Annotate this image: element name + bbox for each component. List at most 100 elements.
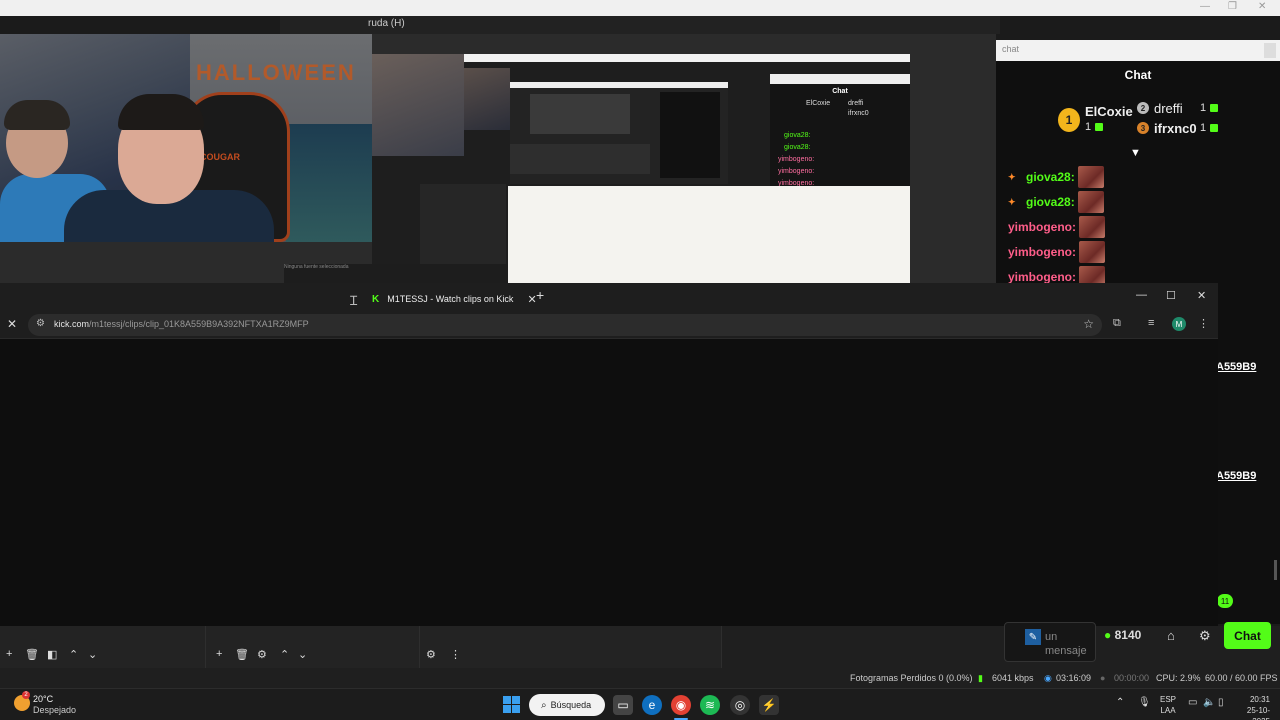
extensions-icon[interactable]: ⧉ [1113, 317, 1121, 330]
stop-loading-icon[interactable]: ✕ [7, 317, 17, 331]
cpu-usage: CPU: 2.9% [1156, 673, 1201, 683]
source-up-icon[interactable]: ⌃ [280, 648, 289, 661]
add-source-icon[interactable]: + [216, 648, 222, 660]
chat-message: yimbogeno: [1008, 241, 1105, 263]
obs-statusbar: Fotogramas Perdidos 0 (0.0%) ▮ 6041 kbps… [0, 668, 1280, 688]
chat-username[interactable]: giova28: [1026, 170, 1075, 184]
maximize-icon[interactable]: ❐ [1228, 1, 1237, 12]
stream-time: 03:16:09 [1056, 673, 1092, 683]
chair-brand-logo: COUGAR [200, 152, 240, 162]
new-tab-button[interactable]: + [536, 287, 544, 303]
move-down-icon[interactable]: ⌄ [88, 648, 97, 661]
app-icon[interactable]: ⚡ [759, 695, 779, 715]
collapse-leaderboard-icon[interactable]: ▼ [1130, 147, 1141, 159]
obs-icon[interactable]: ◎ [730, 695, 750, 715]
minimize-icon[interactable]: — [1200, 1, 1210, 12]
leaderboard-count-1: 1 [1085, 121, 1104, 133]
chat-send-button[interactable]: Chat [1224, 622, 1271, 649]
edge-icon[interactable]: e [642, 695, 662, 715]
chat-message: yimbogeno: [1008, 216, 1105, 238]
chat-message: ✦ giova28: [1008, 191, 1104, 213]
user-badge-icon: ✦ [1008, 171, 1016, 182]
url-field[interactable]: ⚙ kick.com/m1tessj/clips/clip_01K8A559B9… [28, 314, 1102, 336]
leaderboard-name-3: ifrxnc0 [1154, 121, 1197, 136]
chat-tool-icon[interactable]: ✎ [1025, 629, 1041, 645]
emote-icon [1079, 266, 1105, 284]
chrome-icon[interactable]: ◉ [671, 695, 691, 715]
obs-titlebar: — ❐ ✕ [0, 0, 1280, 16]
tray-chevron-icon[interactable]: ⌃ [1116, 697, 1124, 708]
move-up-icon[interactable]: ⌃ [69, 648, 78, 661]
kick-favicon-icon: K [372, 293, 380, 305]
chat-search-close-button[interactable] [1264, 43, 1276, 58]
sources-dock: + 🗑 ⚙ ⌃ ⌄ [206, 626, 420, 668]
mixer-settings-icon[interactable]: ⚙ [426, 648, 436, 661]
close-icon[interactable]: ✕ [1258, 1, 1266, 12]
source-down-icon[interactable]: ⌄ [298, 648, 307, 661]
clip-link[interactable]: A559B9 [1216, 361, 1256, 373]
spotify-icon[interactable]: ≋ [700, 695, 720, 715]
microphone-icon[interactable]: 🎙 [1138, 697, 1151, 708]
task-view-icon[interactable]: ▭ [613, 695, 633, 715]
windows-start-icon[interactable] [503, 696, 520, 713]
chat-panel-lower [1218, 284, 1280, 624]
battery-icon[interactable]: ▯ [1218, 697, 1224, 708]
browser-close-button[interactable]: ✕ [1197, 289, 1206, 302]
new-messages-badge[interactable]: 11 [1217, 594, 1233, 608]
chat-username[interactable]: yimbogeno: [1008, 245, 1076, 259]
chat-settings-icon[interactable]: ⚙ [1199, 628, 1211, 644]
chat-scrollbar[interactable] [1274, 560, 1277, 580]
profile-avatar[interactable]: M [1172, 317, 1186, 331]
emote-icon [1079, 216, 1105, 238]
language-indicator[interactable]: ESP LAA [1160, 694, 1176, 716]
browser-maximize-button[interactable]: ☐ [1166, 289, 1176, 302]
weather-desc[interactable]: Despejado [33, 705, 76, 715]
leaderboard-count-3: 1 [1200, 122, 1219, 134]
gift-icon [1210, 124, 1219, 133]
clip-link[interactable]: A559B9 [1216, 470, 1256, 482]
network-icon[interactable]: ▭ [1188, 697, 1197, 708]
chat-input-placeholder: un mensaje [1045, 631, 1087, 657]
notification-badge-icon: 2 [22, 691, 30, 699]
webcam-feed: HALLOWEEN COUGAR [0, 34, 372, 242]
chat-username[interactable]: yimbogeno: [1008, 270, 1076, 284]
tab-title: M1TESSJ - Watch clips on Kick [387, 294, 514, 304]
emote-icon [1077, 191, 1104, 213]
halloween-sign: HALLOWEEN [196, 60, 356, 85]
nested-preview: Chat ElCoxie dreffi ifrxnc0 giova28: gio… [372, 54, 910, 284]
leaderboard-name-2: dreffi [1154, 101, 1183, 116]
filter-scene-icon[interactable]: ◧ [47, 648, 57, 661]
taskbar-search[interactable]: ⌕ Búsqueda [529, 694, 605, 716]
gold-medal-icon: 1 [1058, 108, 1080, 132]
chat-search-bar[interactable]: chat [996, 40, 1280, 61]
browser-tab[interactable]: K M1TESSJ - Watch clips on Kick ✕ [372, 287, 537, 311]
mixer-menu-icon[interactable]: ⋮ [450, 648, 461, 661]
chat-input[interactable]: ✎ un mensaje [1004, 622, 1096, 662]
gift-icon [1210, 104, 1219, 113]
search-icon: ⌕ [541, 699, 547, 711]
browser-minimize-button[interactable]: — [1136, 289, 1147, 301]
clock[interactable]: 20:3125-10-2025 [1238, 694, 1270, 720]
chat-username[interactable]: giova28: [1026, 195, 1075, 209]
volume-icon[interactable]: 🔈 [1203, 697, 1215, 708]
weather-temp[interactable]: 20°C [33, 694, 53, 704]
emote-icon [1079, 241, 1105, 263]
bronze-medal-icon: 3 [1137, 122, 1149, 134]
chat-search-input[interactable]: chat [1002, 44, 1019, 54]
site-info-icon[interactable]: ⚙ [36, 318, 45, 329]
windows-taskbar: 2 20°C Despejado ⌕ Búsqueda ▭ e ◉ ≋ ◎ ⚡ ⌃… [0, 688, 1280, 720]
media-controls-icon[interactable]: ≡ [1148, 317, 1154, 329]
add-scene-icon[interactable]: + [6, 648, 12, 660]
nested-preview-status: Ninguna fuente seleccionada [284, 264, 508, 284]
chat-username[interactable]: yimbogeno: [1008, 220, 1076, 234]
browser-menu-icon[interactable]: ⋮ [1198, 317, 1209, 330]
source-settings-icon[interactable]: ⚙ [257, 648, 267, 661]
remove-scene-icon[interactable]: 🗑 [25, 648, 39, 661]
obs-preview[interactable]: HALLOWEEN COUGAR Chat ElCoxie dreffi ifr… [0, 34, 996, 284]
url-text: kick.com/m1tessj/clips/clip_01K8A559B9A3… [54, 319, 309, 329]
bookmark-star-icon[interactable]: ☆ [1083, 317, 1094, 331]
remove-source-icon[interactable]: 🗑 [235, 648, 249, 661]
channel-points[interactable]: ● 8140 [1104, 628, 1141, 642]
fps: 60.00 / 60.00 FPS [1205, 673, 1278, 683]
store-icon[interactable]: ⌂ [1167, 628, 1175, 643]
